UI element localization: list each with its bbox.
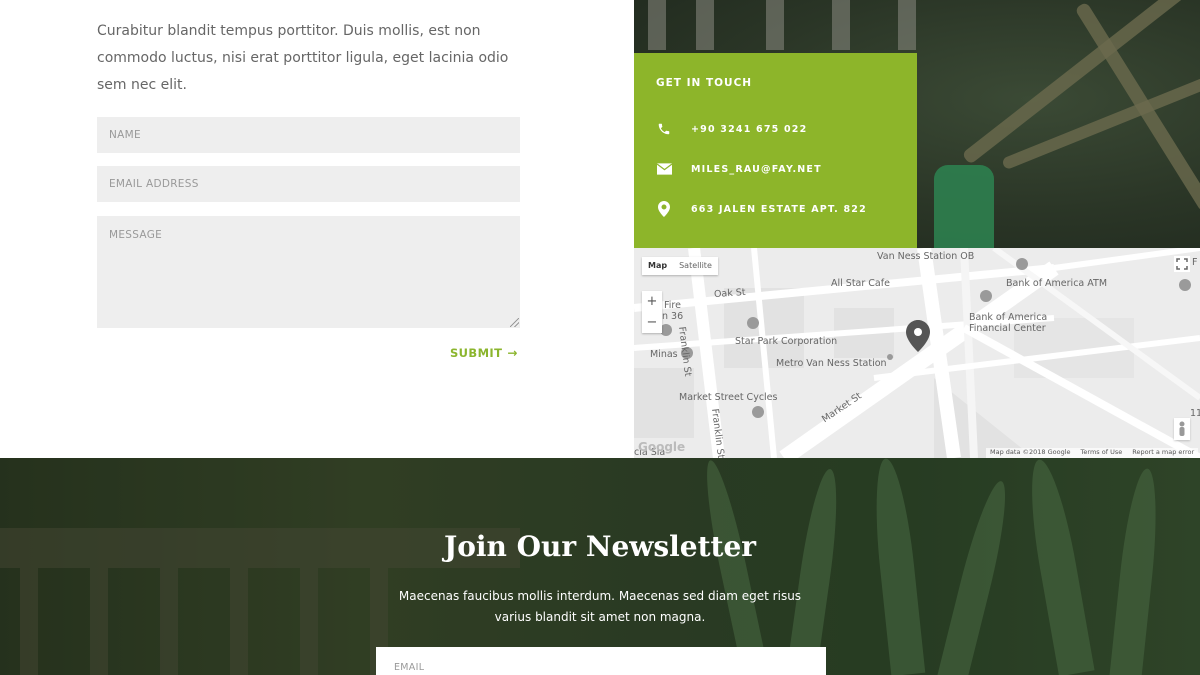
- message-textarea[interactable]: [97, 216, 520, 328]
- fence-slat: [898, 0, 916, 50]
- contact-address-row: 663 JALEN ESTATE APT. 822: [656, 199, 866, 219]
- watering-bottle: [934, 165, 994, 248]
- map-label: n 36: [662, 311, 684, 322]
- map-label: Van Ness Station OB: [877, 251, 975, 262]
- submit-button[interactable]: SUBMIT →: [450, 344, 518, 362]
- map-data-attribution: Map data ©2018 Google: [990, 448, 1071, 456]
- zoom-control: + −: [642, 291, 662, 333]
- contact-intro-text: Curabitur blandit tempus porttitor. Duis…: [97, 23, 509, 93]
- get-in-touch-title: GET IN TOUCH: [656, 77, 753, 89]
- google-logo: Google: [638, 440, 686, 454]
- contact-email-row: MILES_RAU@FAY.NET: [656, 159, 821, 179]
- map-label: Minas: [650, 349, 678, 360]
- fence-slat: [648, 0, 666, 50]
- map-label: Market Street Cycles: [679, 392, 778, 403]
- newsletter-email-input[interactable]: [376, 647, 826, 675]
- fence-slat: [832, 0, 850, 50]
- contact-address-text: 663 JALEN ESTATE APT. 822: [691, 203, 867, 215]
- map-label: Metro Van Ness Station: [776, 358, 887, 369]
- contact-email-text: MILES_RAU@FAY.NET: [691, 163, 822, 175]
- map-label: F: [1192, 257, 1198, 268]
- location-pin-icon: [656, 201, 672, 217]
- zoom-out-button[interactable]: −: [642, 312, 662, 333]
- submit-label: SUBMIT: [450, 346, 503, 360]
- contact-phone-text: +90 3241 675 022: [691, 123, 808, 135]
- textarea-resize-handle[interactable]: [510, 318, 519, 327]
- map-type-map-button[interactable]: Map: [642, 257, 673, 275]
- email-address-input[interactable]: [97, 166, 520, 202]
- map-label: Bank of America ATM: [1006, 278, 1108, 289]
- map-footer: Map data ©2018 Google Terms of Use Repor…: [986, 448, 1199, 458]
- map-label: 11: [1190, 408, 1200, 419]
- map-label: Bank of America: [969, 312, 1048, 323]
- fence-slat: [696, 0, 714, 50]
- fence-slat: [766, 0, 784, 50]
- get-in-touch-card: GET IN TOUCH +90 3241 675 022 MILES_RAU@…: [634, 53, 917, 248]
- map-label: Oak St: [713, 286, 746, 301]
- contact-phone-row: +90 3241 675 022: [656, 119, 806, 139]
- name-input[interactable]: [97, 117, 520, 153]
- google-map[interactable]: Map Satellite + − Van Ness Station OB Al…: [634, 248, 1200, 458]
- phone-icon: [656, 121, 672, 137]
- street-view-pegman-icon[interactable]: [1174, 418, 1190, 440]
- map-label: All Star Cafe: [831, 278, 890, 289]
- contact-form-section: Curabitur blandit tempus porttitor. Duis…: [0, 0, 634, 458]
- mail-icon: [656, 161, 672, 177]
- terms-of-use-link[interactable]: Terms of Use: [1081, 448, 1123, 458]
- map-type-satellite-button[interactable]: Satellite: [673, 257, 718, 275]
- newsletter-description: Maecenas faucibus mollis interdum. Maece…: [398, 589, 802, 624]
- zoom-in-button[interactable]: +: [642, 291, 662, 312]
- fullscreen-icon[interactable]: [1174, 256, 1190, 272]
- newsletter-title: Join Our Newsletter: [443, 530, 757, 563]
- report-map-error-link[interactable]: Report a map error: [1132, 448, 1194, 458]
- newsletter-overlay: [0, 458, 1200, 675]
- arrow-right-icon: →: [507, 346, 518, 360]
- map-label: Financial Center: [969, 323, 1046, 334]
- newsletter-section: Join Our Newsletter Maecenas faucibus mo…: [0, 458, 1200, 675]
- map-label: Star Park Corporation: [735, 336, 838, 347]
- map-label: Fire: [664, 300, 681, 311]
- map-type-control: Map Satellite: [642, 257, 718, 275]
